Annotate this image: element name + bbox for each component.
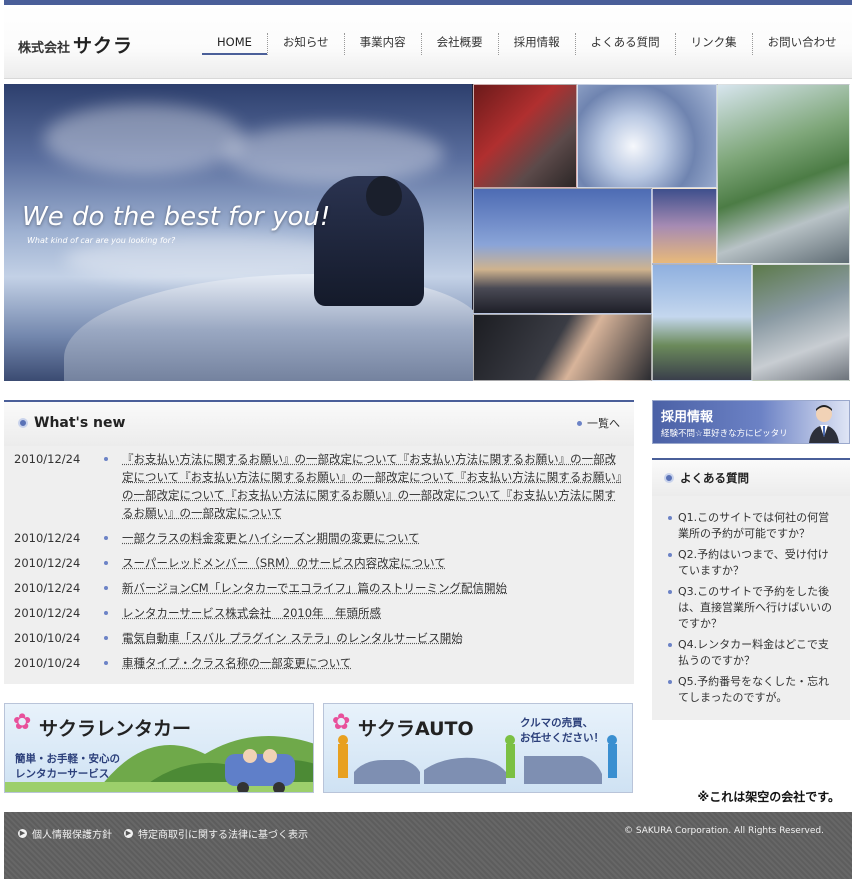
logo-prefix: 株式会社 <box>18 41 71 56</box>
news-date: 2010/12/24 <box>14 556 81 570</box>
bullet-dot-icon <box>577 420 582 426</box>
faq-title: よくある質問 <box>680 471 749 485</box>
photo-tile-sports-car <box>652 264 752 381</box>
hero-subtitle: What kind of car are you looking for? <box>27 236 176 245</box>
bullet-dot-icon <box>100 450 122 522</box>
news-link[interactable]: 車種タイプ・クラス名称の一部変更について <box>122 654 624 672</box>
news-item: 2010/12/24 スーパーレッドメンバー（SRM）のサービス内容改定について <box>4 554 634 572</box>
hero-main-image: We do the best for you! What kind of car… <box>4 84 484 381</box>
news-link[interactable]: レンタカーサービス株式会社 2010年 年頭所感 <box>122 604 624 622</box>
news-date: 2010/12/24 <box>14 531 81 545</box>
bullet-dot-icon <box>100 554 122 572</box>
photo-tile-steering <box>473 314 652 381</box>
nav-recruit[interactable]: 採用情報 <box>497 33 575 55</box>
news-item: 2010/10/24 電気自動車「スバル プラグイン ステラ」のレンタルサービス… <box>4 629 634 647</box>
nav-company[interactable]: 会社概要 <box>420 33 498 55</box>
sakura-rental-banner[interactable]: ✿ サクラレンタカー 簡単・お手軽・安心の レンタカーサービス <box>4 703 314 793</box>
news-date: 2010/10/24 <box>14 656 81 670</box>
news-item: 2010/12/24 レンタカーサービス株式会社 2010年 年頭所感 <box>4 604 634 622</box>
bullet-dot-icon <box>100 604 122 622</box>
nav-home[interactable]: HOME <box>202 33 267 55</box>
site-header: 株式会社 サクラ HOME お知らせ 事業内容 会社概要 採用情報 よくある質問… <box>4 5 852 79</box>
faq-link[interactable]: Q2.予約はいつまで、受け付けていますか？ <box>668 547 838 579</box>
auto-banner-subtitle: クルマの売買、 お任せください！ <box>520 717 604 744</box>
site-footer: ▶ 個人情報保護方針 ▶ 特定商取引に関する法律に基づく表示 © SAKURA … <box>4 812 852 879</box>
rental-banner-subtitle: 簡単・お手軽・安心の レンタカーサービス <box>15 753 120 780</box>
photo-tile-road-curve <box>717 84 850 264</box>
news-link[interactable]: 新バージョンCM「レンタカーでエコライフ」篇のストリーミング配信開始 <box>122 579 624 597</box>
logo-name: サクラ <box>73 35 134 57</box>
sakura-auto-banner[interactable]: ✿ サクラAUTO クルマの売買、 お任せください！ <box>323 703 633 793</box>
footer-link-commerce-law[interactable]: ▶ 特定商取引に関する法律に基づく表示 <box>124 826 308 841</box>
news-item: 2010/10/24 車種タイプ・クラス名称の一部変更について <box>4 654 634 672</box>
news-date: 2010/12/24 <box>14 606 81 620</box>
bullet-icon <box>18 418 28 428</box>
businessman-icon <box>809 405 839 443</box>
copyright: © SAKURA Corporation. All Rights Reserve… <box>624 826 824 836</box>
faq-link[interactable]: Q3.このサイトで予約をした後は、直接営業所へ行けばいいのですか？ <box>668 584 838 632</box>
news-link[interactable]: 電気自動車「スバル プラグイン ステラ」のレンタルサービス開始 <box>122 629 624 647</box>
faq-link[interactable]: Q1.このサイトでは何社の何営業所の予約が可能ですか？ <box>668 510 838 542</box>
faq-link[interactable]: Q4.レンタカー料金はどこで支払うのですか？ <box>668 637 838 669</box>
photo-tile-highway-night <box>473 188 652 314</box>
news-list: 2010/12/24 『お支払い方法に関するお願い』の一部改定について『お支払い… <box>4 450 634 679</box>
news-link[interactable]: 一部クラスの料金変更とハイシーズン期間の変更について <box>122 529 624 547</box>
bullet-icon <box>664 473 674 483</box>
bullet-dot-icon <box>100 654 122 672</box>
global-nav: HOME お知らせ 事業内容 会社概要 採用情報 よくある質問 リンク集 お問い… <box>202 33 852 55</box>
nav-news[interactable]: お知らせ <box>266 33 344 55</box>
bullet-dot-icon <box>100 579 122 597</box>
photo-tile-red-car <box>473 84 577 188</box>
news-date: 2010/10/24 <box>14 631 81 645</box>
bullet-dot-icon <box>100 629 122 647</box>
recruit-banner[interactable]: 採用情報 経験不問☆車好きな方にピッタリ <box>652 400 850 444</box>
whats-new-title: What's new <box>18 415 125 431</box>
news-item: 2010/12/24 新バージョンCM「レンタカーでエコライフ」篇のストリーミン… <box>4 579 634 597</box>
hero-banner: We do the best for you! What kind of car… <box>4 84 850 381</box>
whats-new-more-link[interactable]: 一覧へ <box>577 415 620 431</box>
fictional-company-note: ※これは架空の会社です。 <box>697 790 840 804</box>
faq-list: Q1.このサイトでは何社の何営業所の予約が可能ですか？ Q2.予約はいつまで、受… <box>652 496 850 706</box>
photo-tile-sunset <box>652 188 717 264</box>
news-date: 2010/12/24 <box>14 452 81 466</box>
faq-link[interactable]: Q5.予約番号をなくした・忘れてしまったのですが。 <box>668 674 838 706</box>
whats-new-header: What's new 一覧へ <box>4 402 634 446</box>
rental-banner-title: サクラレンタカー <box>39 718 192 740</box>
footer-link-privacy[interactable]: ▶ 個人情報保護方針 <box>18 826 112 841</box>
whats-new-panel: What's new 一覧へ 2010/12/24 『お支払い方法に関するお願い… <box>4 400 634 684</box>
auto-banner-title: サクラAUTO <box>358 718 474 740</box>
recruit-banner-subtitle: 経験不問☆車好きな方にピッタリ <box>661 429 788 439</box>
news-item: 2010/12/24 『お支払い方法に関するお願い』の一部改定について『お支払い… <box>4 450 634 522</box>
sakura-flower-icon: ✿ <box>13 710 32 735</box>
nav-faq[interactable]: よくある質問 <box>574 33 675 55</box>
news-link[interactable]: スーパーレッドメンバー（SRM）のサービス内容改定について <box>122 554 624 572</box>
nav-contact[interactable]: お問い合わせ <box>751 33 852 55</box>
news-item: 2010/12/24 一部クラスの料金変更とハイシーズン期間の変更について <box>4 529 634 547</box>
recruit-banner-title: 採用情報 <box>661 410 714 425</box>
hero-title: We do the best for you! <box>22 202 331 232</box>
site-logo[interactable]: 株式会社 サクラ <box>18 31 133 58</box>
photo-tile-headlight <box>577 84 717 188</box>
news-date: 2010/12/24 <box>14 581 81 595</box>
nav-links[interactable]: リンク集 <box>674 33 752 55</box>
arrow-right-icon: ▶ <box>124 829 133 838</box>
faq-header: よくある質問 <box>652 460 850 496</box>
faq-panel: よくある質問 Q1.このサイトでは何社の何営業所の予約が可能ですか？ Q2.予約… <box>652 458 850 720</box>
photo-tile-traffic <box>752 264 850 381</box>
news-link[interactable]: 『お支払い方法に関するお願い』の一部改定について『お支払い方法に関するお願い』の… <box>122 450 624 522</box>
nav-business[interactable]: 事業内容 <box>343 33 421 55</box>
arrow-right-icon: ▶ <box>18 829 27 838</box>
sakura-flower-icon: ✿ <box>332 710 351 735</box>
bullet-dot-icon <box>100 529 122 547</box>
